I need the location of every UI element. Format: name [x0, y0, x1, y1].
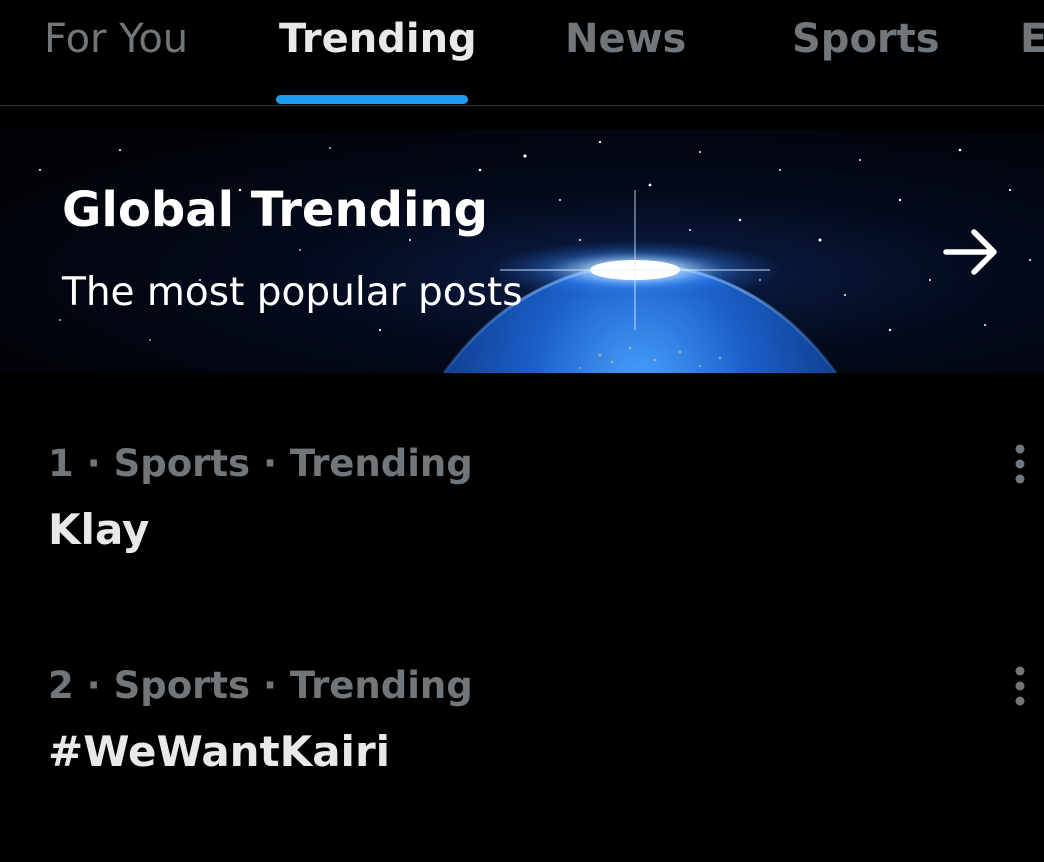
trend-name: #WeWantKairi — [48, 727, 391, 776]
trend-name: Klay — [48, 505, 150, 554]
tab-for-you[interactable]: For You — [44, 14, 188, 64]
trend-item[interactable]: 1 · Sports · Trending Klay — [0, 440, 1044, 640]
global-trending-banner[interactable]: Global Trending The most popular posts — [0, 130, 1044, 373]
tab-news[interactable]: News — [565, 14, 686, 64]
tab-sports[interactable]: Sports — [792, 14, 940, 64]
trend-item[interactable]: 2 · Sports · Trending #WeWantKairi — [0, 662, 1044, 862]
trend-meta: 2 · Sports · Trending — [48, 664, 473, 707]
tab-bar: For You Trending News Sports E — [0, 0, 1044, 106]
more-vertical-icon[interactable] — [1004, 664, 1036, 708]
arrow-right-icon[interactable] — [940, 228, 1002, 276]
active-tab-indicator — [276, 95, 468, 104]
trend-meta: 1 · Sports · Trending — [48, 442, 473, 485]
earth-from-space-image — [0, 130, 1044, 373]
tab-trending[interactable]: Trending — [279, 14, 477, 64]
tab-entertainment[interactable]: E — [1020, 14, 1044, 64]
banner-title: Global Trending — [62, 182, 488, 238]
banner-subtitle: The most popular posts — [62, 270, 523, 315]
more-vertical-icon[interactable] — [1004, 442, 1036, 486]
